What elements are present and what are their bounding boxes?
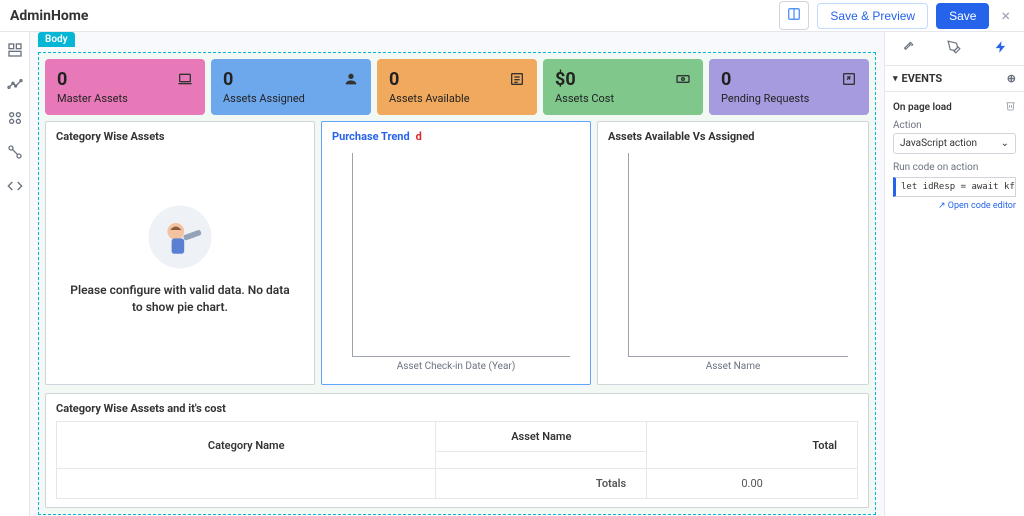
events-section-header[interactable]: ▾ EVENTS ⊕ xyxy=(885,66,1024,92)
stat-pending-requests[interactable]: 0 Pending Requests xyxy=(709,59,869,115)
stat-value: 0 xyxy=(389,69,525,90)
laptop-icon xyxy=(177,71,193,87)
panel-purchase-trend[interactable]: Purchase Trend d Asset Check-in Date (Ye… xyxy=(321,121,591,385)
stat-cards-row: 0 Master Assets 0 Assets Assigned 0 Asse… xyxy=(45,59,869,115)
preview-icon-button[interactable] xyxy=(779,1,809,30)
empty-text: Please configure with valid data. No dat… xyxy=(66,282,294,316)
chevron-down-icon: ▾ xyxy=(893,74,898,84)
topbar-actions: Save & Preview Save × xyxy=(779,1,1014,30)
col-asset-name: Asset Name xyxy=(436,422,647,452)
open-code-editor-link[interactable]: Open code editor xyxy=(893,201,1016,211)
tab-style[interactable] xyxy=(931,32,977,65)
section-title: EVENTS xyxy=(902,72,943,85)
stat-assets-cost[interactable]: $0 Assets Cost xyxy=(543,59,703,115)
cost-table: Category Name Asset Name Total Totals 0.… xyxy=(56,421,858,499)
save-preview-button[interactable]: Save & Preview xyxy=(817,3,928,29)
canvas-body[interactable]: 0 Master Assets 0 Assets Assigned 0 Asse… xyxy=(38,52,876,515)
col-total: Total xyxy=(647,422,858,469)
stat-assets-assigned[interactable]: 0 Assets Assigned xyxy=(211,59,371,115)
code-icon[interactable] xyxy=(7,178,23,194)
stat-label: Pending Requests xyxy=(721,92,857,105)
totals-label: Totals xyxy=(436,469,647,499)
canvas: Body 0 Master Assets 0 Assets Assigned 0… xyxy=(30,32,884,516)
add-event-icon[interactable]: ⊕ xyxy=(1007,72,1016,85)
stat-master-assets[interactable]: 0 Master Assets xyxy=(45,59,205,115)
save-button[interactable]: Save xyxy=(936,3,989,29)
col-category: Category Name xyxy=(57,422,436,469)
stat-value: $0 xyxy=(555,69,691,90)
chart-icon[interactable] xyxy=(7,76,23,92)
components-icon[interactable] xyxy=(7,110,23,126)
panel-category-assets[interactable]: Category Wise Assets Please configure wi… xyxy=(45,121,315,385)
empty-cell xyxy=(57,469,436,499)
panel-title: Category Wise Assets and it's cost xyxy=(56,402,858,415)
mid-panels: Category Wise Assets Please configure wi… xyxy=(45,121,869,385)
tab-events[interactable] xyxy=(978,32,1024,65)
code-label: Run code on action xyxy=(893,162,1016,173)
action-select[interactable]: JavaScript action ⌄ xyxy=(893,133,1016,154)
user-icon xyxy=(343,71,359,87)
stat-assets-available[interactable]: 0 Assets Available xyxy=(377,59,537,115)
panel-title: Category Wise Assets xyxy=(56,130,304,143)
empty-cell xyxy=(436,452,647,469)
empty-illustration xyxy=(145,202,215,272)
layout-icon[interactable] xyxy=(7,42,23,58)
topbar: AdminHome Save & Preview Save × xyxy=(0,0,1024,32)
code-preview[interactable]: let idResp = await kf.api("/id" xyxy=(893,177,1016,197)
body-tag[interactable]: Body xyxy=(38,32,75,47)
stat-value: 0 xyxy=(57,69,193,90)
table-totals-row: Totals 0.00 xyxy=(57,469,858,499)
x-axis-label: Asset Check-in Date (Year) xyxy=(332,357,580,376)
stat-label: Assets Assigned xyxy=(223,92,359,105)
panel-tabs xyxy=(885,32,1024,66)
stat-label: Assets Available xyxy=(389,92,525,105)
totals-value: 0.00 xyxy=(647,469,858,499)
page-title: AdminHome xyxy=(10,8,88,24)
panel-category-cost[interactable]: Category Wise Assets and it's cost Categ… xyxy=(45,393,869,508)
stat-value: 0 xyxy=(223,69,359,90)
event-name: On page load xyxy=(893,102,952,113)
chevron-down-icon: ⌄ xyxy=(1001,138,1009,149)
tab-settings[interactable] xyxy=(885,32,931,65)
edit-cursor: d xyxy=(416,130,422,143)
chart-area xyxy=(628,153,848,357)
close-icon[interactable]: × xyxy=(997,6,1014,25)
money-icon xyxy=(675,71,691,87)
stat-label: Assets Cost xyxy=(555,92,691,105)
link-icon[interactable] xyxy=(7,144,23,160)
delete-event-icon[interactable] xyxy=(1005,100,1016,114)
chart-area xyxy=(352,153,570,357)
open-icon xyxy=(841,71,857,87)
events-body: On page load Action JavaScript action ⌄ … xyxy=(885,92,1024,219)
panel-title: Assets Available Vs Assigned xyxy=(608,130,858,143)
stat-label: Master Assets xyxy=(57,92,193,105)
panel-title: Purchase Trend d xyxy=(332,130,580,143)
main: Body 0 Master Assets 0 Assets Assigned 0… xyxy=(0,32,1024,516)
properties-panel: ▾ EVENTS ⊕ On page load Action JavaScrip… xyxy=(884,32,1024,516)
left-rail xyxy=(0,32,30,516)
stat-value: 0 xyxy=(721,69,857,90)
panel-available-assigned[interactable]: Assets Available Vs Assigned Asset Name xyxy=(597,121,869,385)
empty-state: Please configure with valid data. No dat… xyxy=(56,149,304,369)
table-header-row: Category Name Asset Name Total xyxy=(57,422,858,452)
event-row: On page load xyxy=(893,100,1016,114)
list-icon xyxy=(509,71,525,87)
x-axis-label: Asset Name xyxy=(608,357,858,376)
action-label: Action xyxy=(893,120,1016,131)
